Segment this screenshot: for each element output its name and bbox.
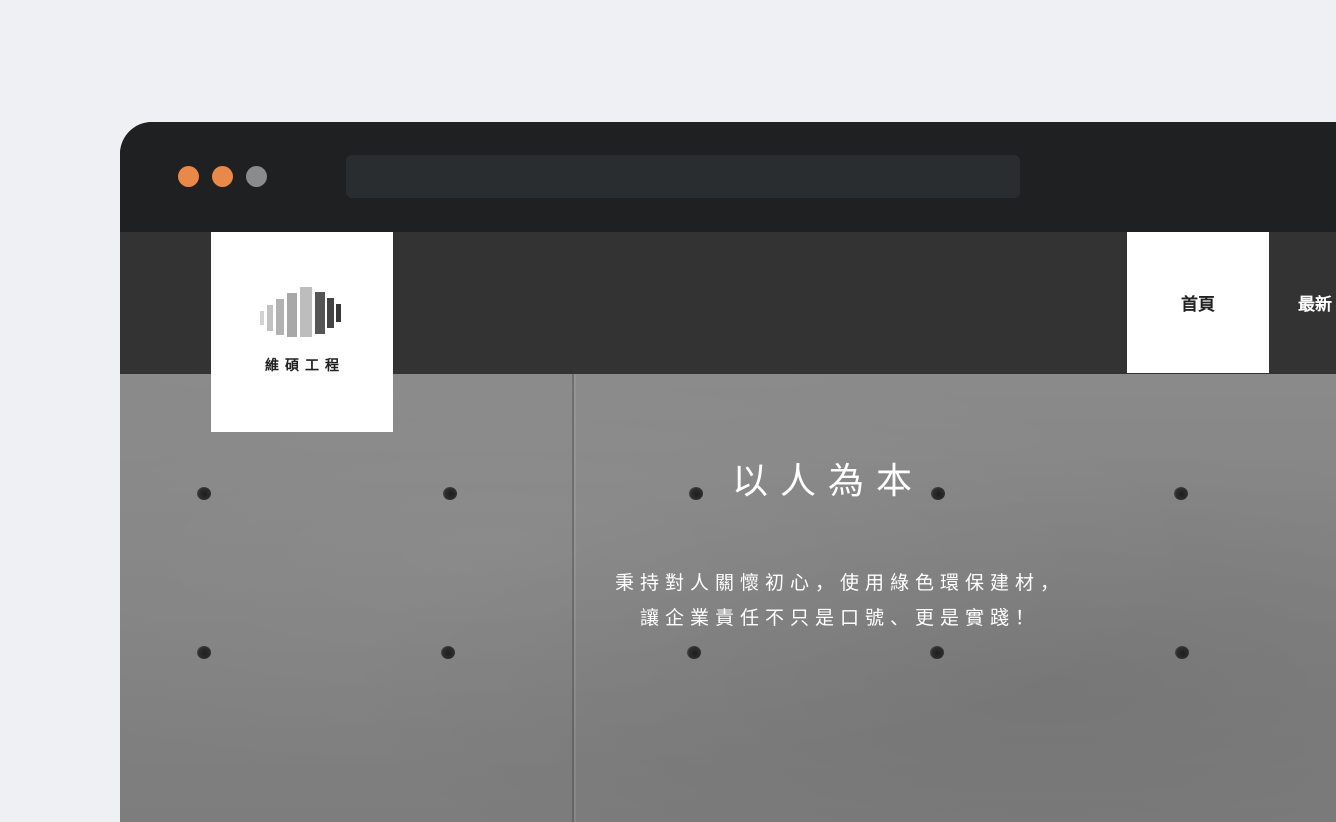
concrete-tie-hole	[1174, 487, 1188, 500]
logo-text: 維碩工程	[265, 358, 345, 374]
browser-toolbar	[120, 122, 1336, 232]
concrete-seam-highlight	[574, 374, 576, 822]
concrete-tie-hole	[197, 487, 211, 500]
building-bars-icon	[260, 287, 341, 337]
concrete-tie-hole	[1175, 646, 1189, 659]
concrete-tie-hole	[687, 646, 701, 659]
concrete-tie-hole	[441, 646, 455, 659]
close-window-button[interactable]	[178, 166, 199, 187]
site-logo[interactable]: 維碩工程	[211, 232, 393, 432]
hero-title: 以人為本	[731, 461, 924, 502]
maximize-window-button[interactable]	[246, 166, 267, 187]
hero-banner	[120, 374, 1336, 822]
hero-subtitle-line: 秉持對人關懷初心，使用綠色環保建材，	[614, 572, 1065, 594]
concrete-tie-hole	[443, 487, 457, 500]
minimize-window-button[interactable]	[212, 166, 233, 187]
concrete-tie-hole	[930, 646, 944, 659]
concrete-tie-hole	[197, 646, 211, 659]
nav-item-news[interactable]: 最新	[1298, 232, 1332, 373]
address-bar[interactable]	[346, 155, 1020, 198]
nav-item-home[interactable]: 首頁	[1127, 232, 1269, 373]
hero-subtitle-line: 讓企業責任不只是口號、更是實踐！	[639, 607, 1040, 629]
